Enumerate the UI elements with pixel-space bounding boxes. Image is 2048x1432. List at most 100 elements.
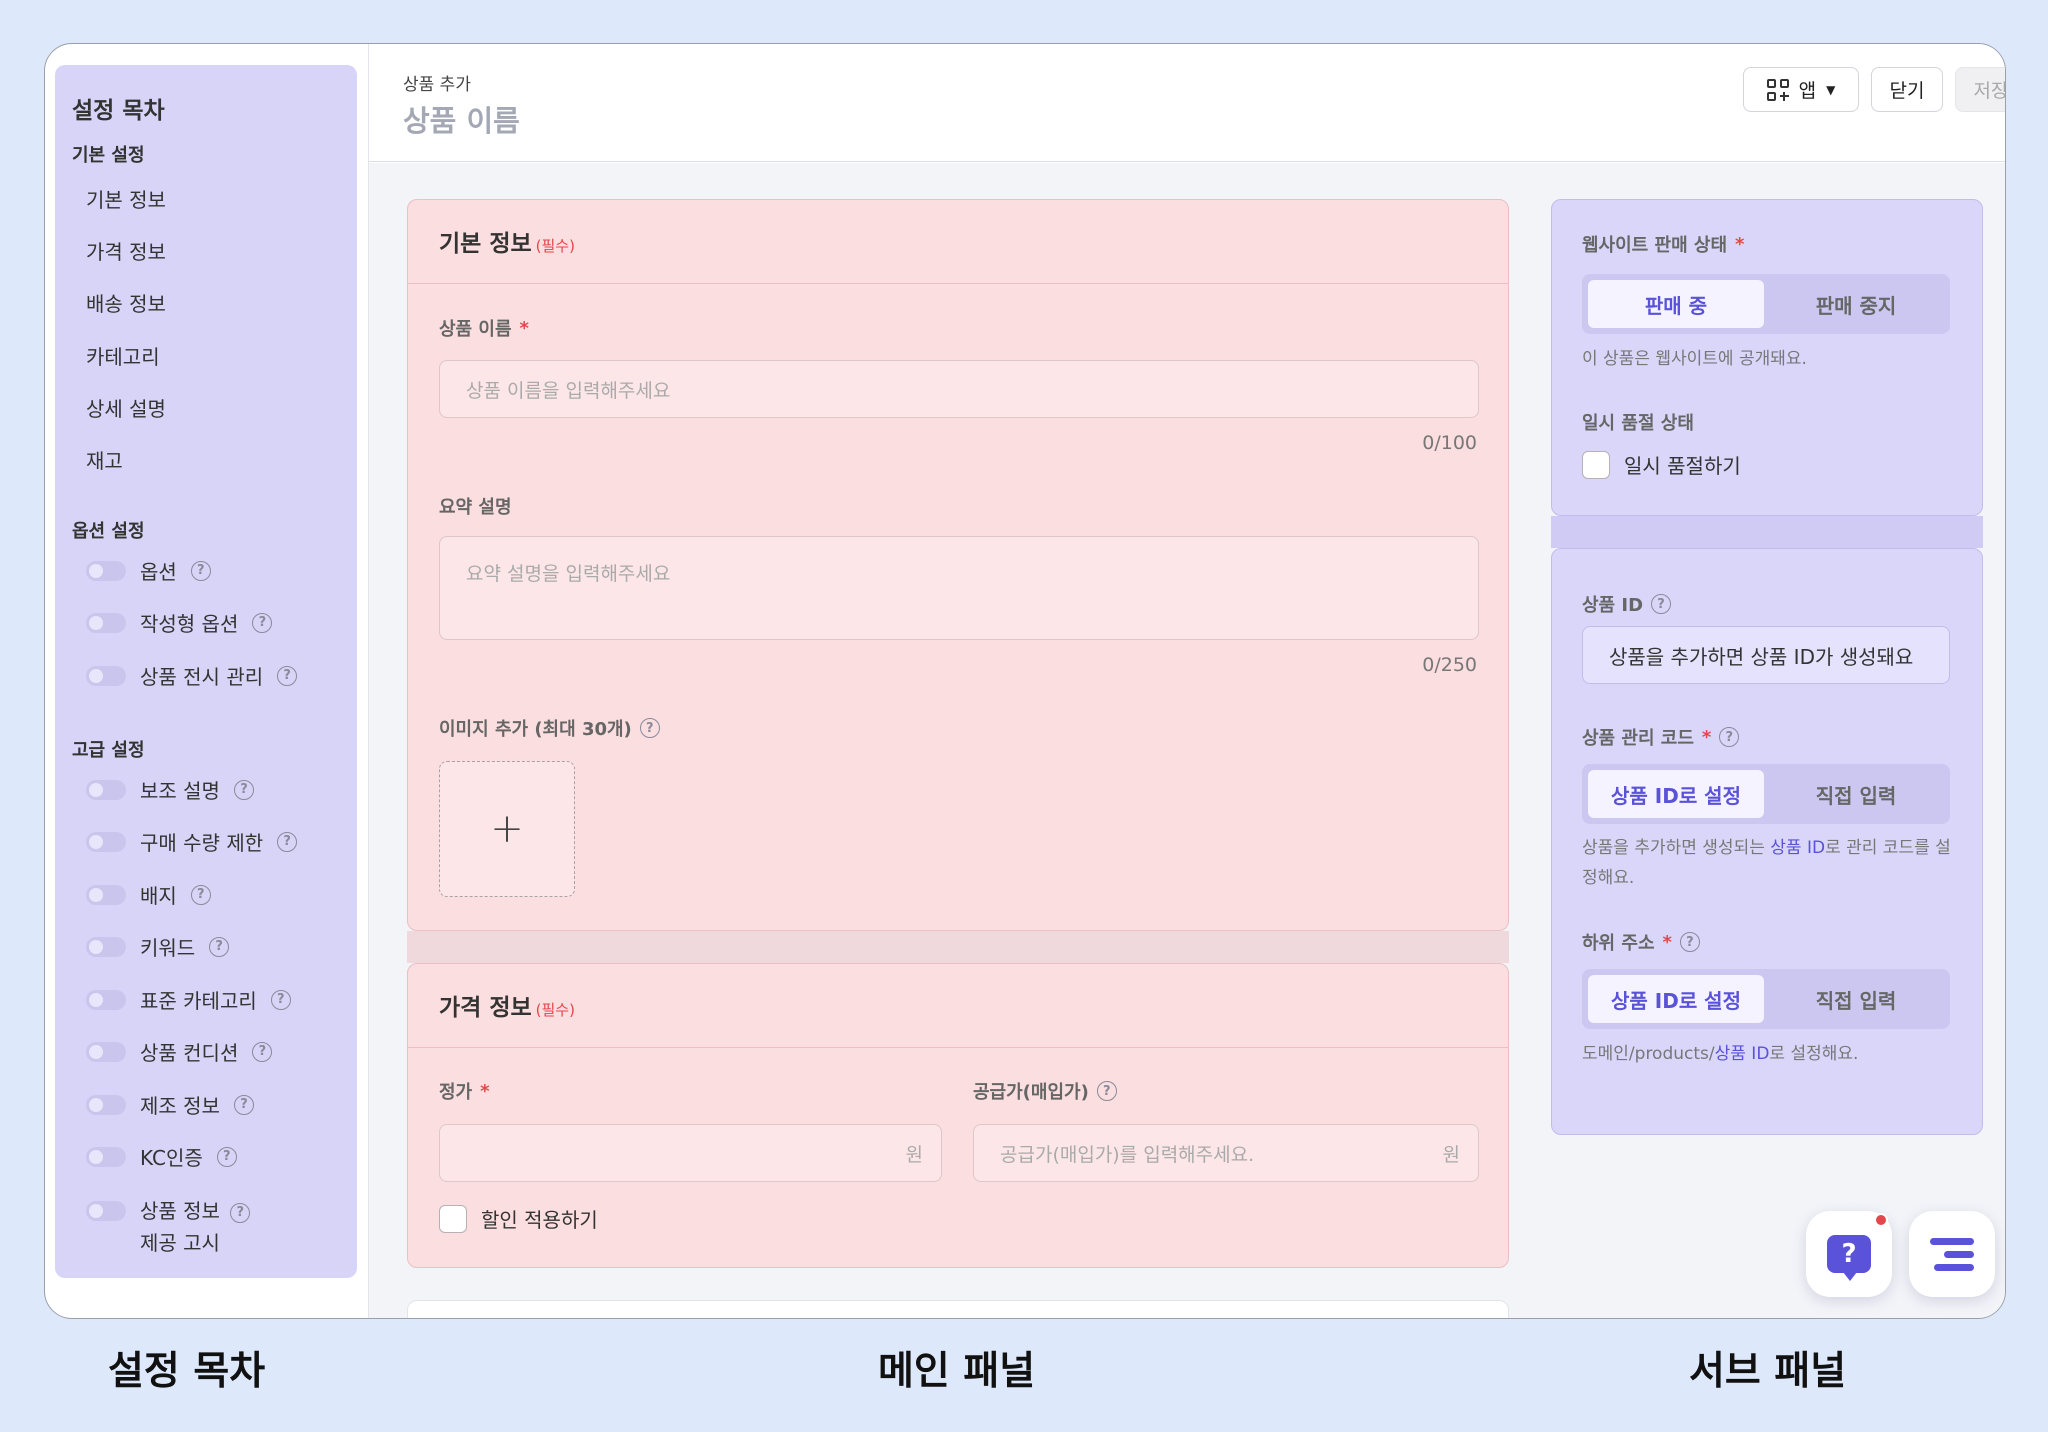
settings-toc-sidebar: 설정 목차 기본 설정 기본 정보 가격 정보 배송 정보 카테고리 상세 설명…: [55, 65, 357, 1278]
toc-toggle-badge[interactable]: 배지 ?: [86, 880, 211, 909]
sale-on-option[interactable]: 판매 중: [1588, 280, 1764, 328]
mgmt-by-id-option[interactable]: 상품 ID로 설정: [1588, 770, 1764, 818]
required-star: *: [480, 1080, 490, 1102]
list-price-input[interactable]: 원: [439, 1124, 942, 1182]
toggle-switch[interactable]: [86, 936, 126, 957]
help-icon[interactable]: ?: [1679, 932, 1700, 952]
toggle-switch[interactable]: [86, 612, 126, 633]
help-icon[interactable]: ?: [639, 718, 660, 738]
caption-toc: 설정 목차: [108, 1349, 266, 1394]
menu-button[interactable]: [1909, 1211, 1995, 1297]
toggle-switch[interactable]: [86, 665, 126, 686]
toggle-switch[interactable]: [86, 1146, 126, 1167]
toggle-switch[interactable]: [86, 1041, 126, 1062]
toc-link-shipping-info[interactable]: 배송 정보: [86, 288, 166, 317]
help-icon[interactable]: ?: [209, 936, 230, 957]
question-chat-icon: ?: [1827, 1235, 1871, 1281]
help-icon[interactable]: ?: [270, 989, 291, 1010]
discount-checkbox-row[interactable]: 할인 적용하기: [439, 1204, 598, 1233]
card-gap: [407, 931, 1509, 963]
sub-address-label: 하위 주소 * ?: [1582, 929, 1700, 955]
help-icon[interactable]: ?: [277, 665, 298, 686]
image-add-label: 이미지 추가 (최대 30개) ?: [439, 715, 660, 741]
addr-by-id-option[interactable]: 상품 ID로 설정: [1588, 975, 1764, 1023]
help-icon[interactable]: ?: [190, 884, 211, 905]
help-icon[interactable]: ?: [233, 779, 254, 800]
toc-toggle-kc[interactable]: KC인증 ?: [86, 1142, 237, 1171]
app-menu-button[interactable]: 앱 ▼: [1743, 67, 1859, 112]
toggle-label: 상품 정보 ? 제공 고시: [140, 1195, 251, 1259]
toc-toggle-info-notice[interactable]: 상품 정보 ? 제공 고시: [86, 1195, 251, 1259]
mgmt-manual-option[interactable]: 직접 입력: [1768, 770, 1944, 818]
toc-toggle-std-category[interactable]: 표준 카테고리 ?: [86, 985, 291, 1014]
toggle-switch[interactable]: [86, 560, 126, 581]
required-star: *: [1701, 726, 1712, 748]
toggle-switch[interactable]: [86, 989, 126, 1010]
toggle-label: 작성형 옵션: [140, 612, 239, 636]
toc-link-basic-info[interactable]: 기본 정보: [86, 184, 166, 213]
toc-link-stock[interactable]: 재고: [86, 445, 123, 474]
toc-toggle-custom-option[interactable]: 작성형 옵션 ?: [86, 608, 273, 637]
soldout-checkbox[interactable]: [1582, 450, 1610, 479]
help-icon[interactable]: ?: [233, 1094, 254, 1115]
toc-link-category[interactable]: 카테고리: [86, 341, 160, 370]
summary-textarea[interactable]: 요약 설명을 입력해주세요: [439, 536, 1479, 640]
toggle-switch[interactable]: [86, 1094, 126, 1115]
help-icon[interactable]: ?: [277, 831, 298, 852]
help-icon[interactable]: ?: [1719, 727, 1740, 747]
soldout-checkbox-row[interactable]: 일시 품절하기: [1582, 450, 1741, 479]
toc-toggle-condition[interactable]: 상품 컨디션 ?: [86, 1037, 273, 1066]
breadcrumb[interactable]: 상품 추가: [403, 70, 471, 95]
toggle-switch[interactable]: [86, 831, 126, 852]
toggle-switch[interactable]: [86, 884, 126, 905]
summary-label: 요약 설명: [439, 497, 512, 518]
addr-manual-option[interactable]: 직접 입력: [1768, 975, 1944, 1023]
help-icon[interactable]: ?: [252, 1041, 273, 1062]
help-chat-button[interactable]: ?: [1806, 1211, 1892, 1297]
toc-toggle-option[interactable]: 옵션 ?: [86, 556, 211, 585]
toc-link-detail[interactable]: 상세 설명: [86, 393, 166, 422]
toggle-label: 보조 설명: [140, 779, 220, 803]
card-title-text: 가격 정보: [439, 995, 532, 1021]
placeholder: 요약 설명을 입력해주세요: [466, 563, 671, 585]
toggle-label-line2: 제공 고시: [140, 1231, 220, 1255]
sub-address-segmented: 상품 ID로 설정 직접 입력: [1582, 969, 1950, 1029]
sale-status-label: 웹사이트 판매 상태 *: [1582, 231, 1744, 257]
toggle-label: 상품 전시 관리: [140, 665, 264, 689]
toggle-label: 키워드: [140, 936, 196, 960]
help-icon[interactable]: ?: [190, 560, 211, 581]
product-id-label: 상품 ID ?: [1582, 591, 1672, 617]
mgmt-code-label: 상품 관리 코드 * ?: [1582, 724, 1740, 750]
close-button[interactable]: 닫기: [1871, 67, 1943, 112]
help-icon[interactable]: ?: [216, 1146, 237, 1167]
toggle-label: KC인증: [140, 1146, 203, 1170]
product-name-label: 상품 이름 *: [439, 315, 529, 341]
basic-info-card: 기본 정보 (필수) 상품 이름 * 상품 이름을 입력해주세요 0/100 요약 …: [407, 199, 1509, 931]
image-upload-button[interactable]: +: [439, 761, 575, 897]
card-title: 기본 정보 (필수): [439, 224, 575, 258]
list-price-label: 정가 *: [439, 1078, 490, 1104]
toc-toggle-aux-desc[interactable]: 보조 설명 ?: [86, 775, 254, 804]
toc-toggle-purchase-limit[interactable]: 구매 수량 제한 ?: [86, 827, 298, 856]
card-header: 가격 정보 (필수): [408, 964, 1508, 1048]
toc-toggle-display[interactable]: 상품 전시 관리 ?: [86, 661, 298, 690]
help-icon[interactable]: ?: [1651, 594, 1672, 614]
toc-toggle-manufacture[interactable]: 제조 정보 ?: [86, 1090, 254, 1119]
help-icon[interactable]: ?: [1096, 1081, 1117, 1101]
sale-off-option[interactable]: 판매 중지: [1768, 280, 1944, 328]
label-text: 웹사이트 판매 상태: [1582, 235, 1728, 256]
discount-checkbox[interactable]: [439, 1204, 467, 1233]
toggle-switch[interactable]: [86, 1201, 126, 1221]
toc-toggle-keyword[interactable]: 키워드 ?: [86, 932, 230, 961]
save-button[interactable]: 저장: [1955, 67, 2005, 112]
help-icon[interactable]: ?: [230, 1202, 251, 1223]
toc-link-price-info[interactable]: 가격 정보: [86, 236, 166, 265]
help-icon[interactable]: ?: [252, 612, 273, 633]
page-header: 상품 추가 상품 이름 앱 ▼ 닫기 저장: [369, 44, 2005, 162]
price-info-card: 가격 정보 (필수) 정가 * 원 공급가(매입가) ? 공급가(매입가)를 입력해…: [407, 963, 1509, 1268]
supply-price-input[interactable]: 공급가(매입가)를 입력해주세요. 원: [973, 1124, 1479, 1182]
label-text: 상품 ID: [1582, 595, 1644, 616]
toggle-switch[interactable]: [86, 779, 126, 800]
required-tag: (필수): [535, 1001, 575, 1019]
product-name-input[interactable]: 상품 이름을 입력해주세요: [439, 360, 1479, 418]
